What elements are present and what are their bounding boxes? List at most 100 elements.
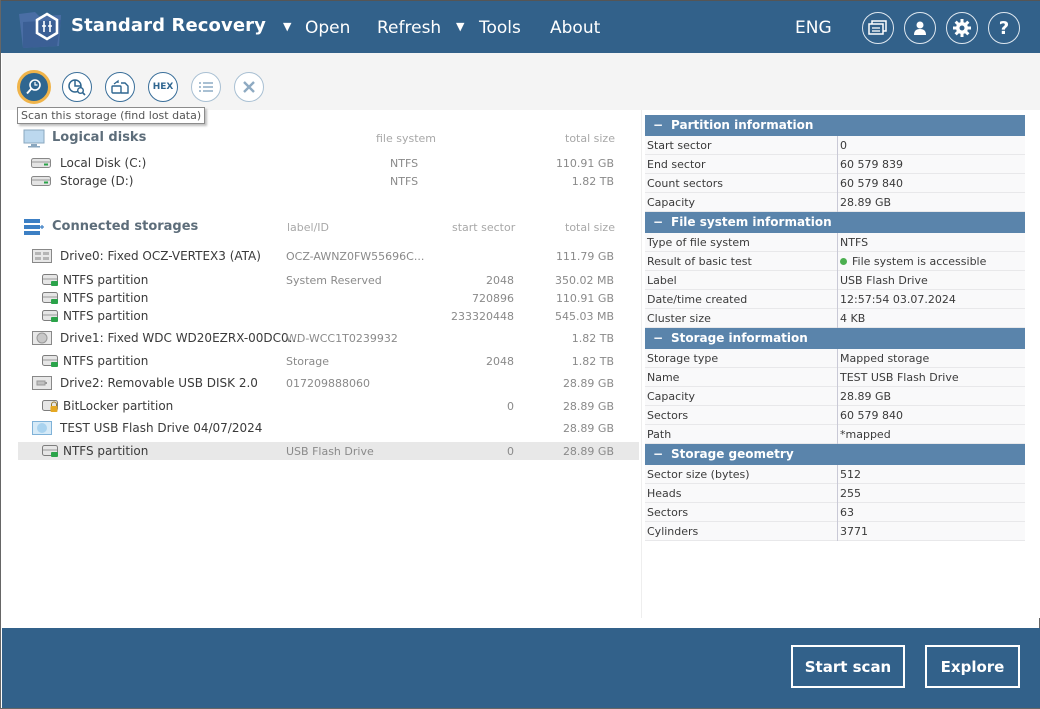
disk-file-system: NTFS — [390, 175, 419, 188]
close-storage-button[interactable] — [234, 72, 264, 102]
partition-name: BitLocker partition — [63, 399, 174, 413]
drive-row[interactable]: Drive1: Fixed WDC WD20EZRX-00DC0... WD-WC… — [18, 329, 639, 347]
property-value: 12:57:54 03.07.2024 — [837, 290, 1025, 309]
section-header-storage-information[interactable]: − Storage information — [645, 328, 1025, 349]
open-dropdown-arrow-icon[interactable]: ▼ — [283, 20, 291, 33]
start-sector: 233320448 — [451, 310, 514, 323]
property-value-text: 4 KB — [840, 312, 866, 325]
load-image-button[interactable] — [105, 72, 135, 102]
property-row: Path *mapped — [645, 425, 1025, 444]
storage-tree-panel: Logical disks file system total size Loc… — [2, 110, 640, 628]
property-value-text: 255 — [840, 487, 861, 500]
property-value: USB Flash Drive — [837, 271, 1025, 290]
column-header-total-size-storages: total size — [565, 221, 615, 234]
logical-disk-d[interactable]: Storage (D:) NTFS 1.82 TB — [18, 172, 639, 190]
property-row: Date/time created 12:57:54 03.07.2024 — [645, 290, 1025, 309]
property-key: Cluster size — [647, 312, 711, 325]
explore-button[interactable]: Explore — [925, 645, 1020, 688]
total-size: 28.89 GB — [562, 377, 614, 390]
scan-storage-button[interactable] — [17, 70, 51, 104]
logical-disk-c[interactable]: Local Disk (C:) NTFS 110.91 GB — [18, 154, 639, 172]
property-value-text: 0 — [840, 139, 847, 152]
property-value-text: USB Flash Drive — [840, 274, 928, 287]
section-title: Partition information — [671, 118, 814, 132]
property-row: Heads 255 — [645, 484, 1025, 503]
label-id: WD-WCC1T0239932 — [286, 332, 398, 345]
section-header-partition-information[interactable]: − Partition information — [645, 115, 1025, 136]
properties-panel: − Partition information Start sector 0 End s… — [641, 110, 1040, 618]
property-key: Sector size (bytes) — [647, 468, 750, 481]
start-scan-button[interactable]: Start scan — [791, 645, 905, 688]
property-row: Capacity 28.89 GB — [645, 193, 1025, 212]
total-size: 28.89 GB — [562, 400, 614, 413]
property-row: Capacity 28.89 GB — [645, 387, 1025, 406]
partition-row[interactable]: NTFS partition System Reserved 2048 350.02 … — [18, 271, 639, 289]
load-image-icon — [111, 79, 129, 94]
list-icon — [199, 82, 213, 92]
drive-row[interactable]: Drive2: Removable USB DISK 2.0 0172098880… — [18, 374, 639, 392]
disk-name: Local Disk (C:) — [60, 156, 147, 170]
start-sector: 2048 — [486, 355, 514, 368]
property-value-text: 28.89 GB — [840, 196, 892, 209]
connected-storages-title: Connected storages — [52, 219, 199, 234]
settings-button[interactable] — [946, 12, 978, 44]
label-id: OCZ-AWNZ0FW55696C... — [286, 250, 425, 263]
usb-drive-icon — [32, 376, 52, 393]
property-key: Sectors — [647, 506, 689, 519]
help-button[interactable]: ? — [988, 12, 1020, 44]
property-key: Cylinders — [647, 525, 699, 538]
column-header-file-system: file system — [376, 132, 437, 145]
total-size: 110.91 GB — [555, 292, 614, 305]
partition-row[interactable]: BitLocker partition 0 28.89 GB — [18, 397, 639, 415]
property-row: Sectors 60 579 840 — [645, 406, 1025, 425]
drive-name: TEST USB Flash Drive 04/07/2024 — [60, 421, 263, 435]
menu-open[interactable]: Open — [305, 18, 350, 38]
collapse-icon[interactable]: − — [645, 328, 671, 349]
menu-about[interactable]: About — [550, 18, 600, 38]
property-key: Date/time created — [647, 293, 748, 306]
account-button[interactable] — [904, 12, 936, 44]
partition-name: NTFS partition — [63, 444, 149, 458]
partition-icon — [42, 292, 59, 308]
disk-file-system: NTFS — [390, 157, 419, 170]
property-value-text: 3771 — [840, 525, 868, 538]
collapse-icon[interactable]: − — [645, 212, 671, 233]
logical-disks-title: Logical disks — [52, 130, 147, 145]
property-row: Result of basic test File system is acces… — [645, 252, 1025, 271]
property-row: Start sector 0 — [645, 136, 1025, 155]
property-value: 4 KB — [837, 309, 1025, 328]
collapse-icon[interactable]: − — [645, 115, 671, 136]
partition-row[interactable]: NTFS partition 233320448 545.03 MB — [18, 307, 639, 325]
partition-row[interactable]: NTFS partition Storage 2048 1.82 TB — [18, 352, 639, 370]
partition-row[interactable]: NTFS partition USB Flash Drive 0 28.89 GB — [18, 442, 639, 460]
property-row: Cylinders 3771 — [645, 522, 1025, 541]
properties-list-button[interactable] — [191, 72, 221, 102]
property-value: 512 — [837, 465, 1025, 484]
messages-button[interactable] — [862, 12, 894, 44]
footer-bar: Start scan Explore — [2, 628, 1040, 708]
settings-icon — [953, 19, 971, 37]
partition-row[interactable]: NTFS partition 720896 110.91 GB — [18, 289, 639, 307]
property-row: Name TEST USB Flash Drive 04/07/2024 — [645, 368, 1025, 403]
collapse-icon[interactable]: − — [645, 444, 671, 465]
language-selector[interactable]: ENG — [795, 18, 832, 38]
section-header-storage-geometry[interactable]: − Storage geometry — [645, 444, 1025, 465]
property-value-text: File system is accessible — [852, 255, 987, 268]
disk-icon — [31, 158, 51, 168]
menu-tools[interactable]: Tools — [479, 18, 521, 38]
tools-dropdown-arrow-icon[interactable]: ▼ — [456, 20, 464, 33]
drive-row[interactable]: TEST USB Flash Drive 04/07/2024 28.89 GB — [18, 419, 639, 437]
find-partitions-button[interactable] — [62, 72, 92, 102]
disk-total-size: 1.82 TB — [571, 175, 614, 188]
total-size: 28.89 GB — [562, 445, 614, 458]
section-header-file-system-information[interactable]: − File system information — [645, 212, 1025, 233]
hex-viewer-button[interactable]: HEX — [148, 72, 178, 102]
property-value-text: NTFS — [840, 236, 869, 249]
help-icon: ? — [998, 17, 1010, 39]
property-row: End sector 60 579 839 — [645, 155, 1025, 174]
drive-row[interactable]: Drive0: Fixed OCZ-VERTEX3 (ATA) OCZ-AWNZ0… — [18, 247, 639, 265]
section-title: Storage information — [671, 331, 808, 345]
menu-refresh[interactable]: Refresh — [377, 18, 441, 38]
property-key: Start sector — [647, 139, 712, 152]
start-sector: 0 — [507, 400, 514, 413]
